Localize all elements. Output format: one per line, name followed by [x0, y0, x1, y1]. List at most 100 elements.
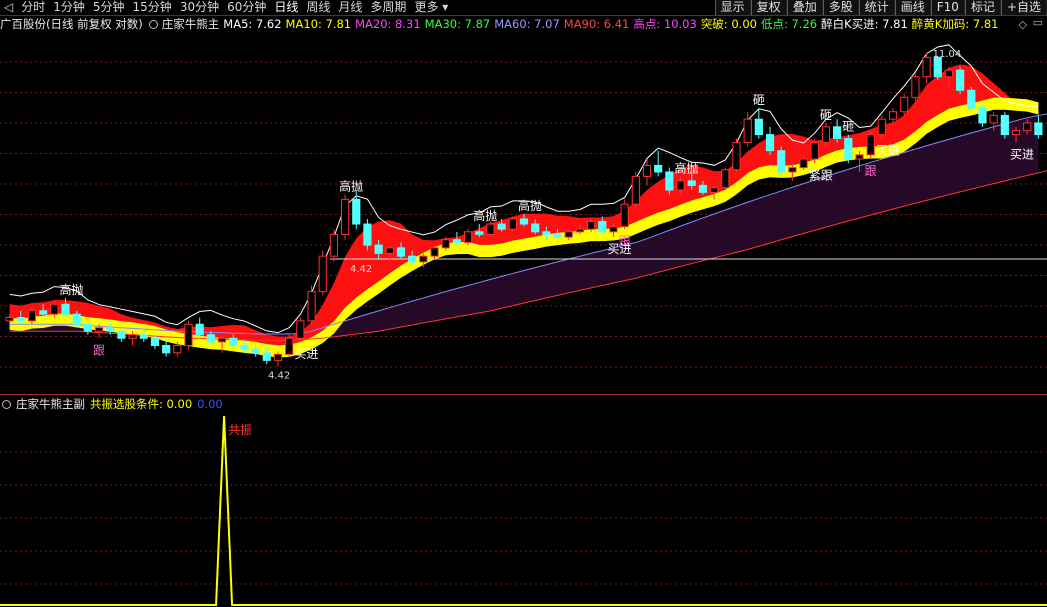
- candlestick-chart[interactable]: 11.044.424.42高抛高抛高抛高抛高抛砸砸砸跟跟跟买进买进买进 买进紧跟: [0, 32, 1047, 394]
- candle: [430, 247, 439, 257]
- period-tab-5[interactable]: 60分钟: [223, 0, 270, 15]
- signal-label: 跟: [865, 164, 877, 178]
- period-tab-4[interactable]: 30分钟: [176, 0, 223, 15]
- period-tab-3[interactable]: 15分钟: [129, 0, 176, 15]
- signal-label: 砸: [820, 108, 832, 122]
- signal-label: 买进: [1010, 148, 1034, 162]
- sub-indicator-name[interactable]: 庄家牛熊主副: [16, 396, 85, 412]
- period-tab-0[interactable]: 分时: [17, 0, 49, 15]
- candle: [866, 134, 875, 156]
- candle: [217, 337, 227, 343]
- candle: [687, 180, 696, 186]
- candle: [844, 138, 853, 160]
- candle: [285, 337, 294, 355]
- toolbar-button-3[interactable]: 多股: [822, 0, 859, 15]
- period-tab-6[interactable]: 日线: [270, 0, 302, 15]
- toolbar-button-4[interactable]: 统计: [858, 0, 895, 15]
- candle: [531, 223, 540, 233]
- candle: [374, 244, 383, 254]
- candle: [352, 198, 361, 225]
- panel-divider[interactable]: [0, 394, 1047, 395]
- main-readout-8: 低点: 7.26: [760, 17, 818, 31]
- main-readout-9: 醉白K买进: 7.81: [821, 17, 908, 31]
- candle: [620, 203, 629, 228]
- candle: [609, 226, 618, 233]
- candle: [900, 96, 909, 113]
- main-readouts: MA5: 7.62 MA10: 7.81 MA20: 8.31 MA30: 7.87 M…: [223, 16, 1002, 32]
- candle: [162, 344, 171, 354]
- candle: [788, 167, 797, 173]
- candle: [486, 223, 495, 235]
- candle: [106, 327, 115, 332]
- candle: [575, 228, 585, 233]
- toolbar-button-5[interactable]: 画线: [894, 0, 931, 15]
- period-tab-8[interactable]: 月线: [334, 0, 366, 15]
- toolbar-button-8[interactable]: +自选: [1000, 0, 1047, 15]
- candle: [273, 353, 283, 361]
- toolbar-button-7[interactable]: 标记: [964, 0, 1001, 15]
- candle: [1011, 130, 1021, 136]
- candle: [150, 337, 160, 346]
- candle: [329, 233, 338, 257]
- candle: [497, 223, 506, 230]
- period-tab-9[interactable]: 多周期: [366, 0, 410, 15]
- candle: [363, 223, 372, 246]
- candle: [184, 323, 193, 346]
- resonance-chart[interactable]: 共振: [0, 412, 1047, 607]
- candle: [1034, 122, 1043, 136]
- main-indicator-name[interactable]: 庄家牛熊主: [162, 16, 220, 32]
- candle: [598, 220, 607, 233]
- candle: [665, 171, 674, 191]
- candle: [989, 114, 998, 124]
- candle: [419, 255, 428, 263]
- candle: [318, 255, 327, 293]
- candle: [587, 220, 596, 230]
- sub-indicator-settings-icon[interactable]: [2, 399, 11, 409]
- candle: [94, 327, 104, 332]
- candle: [944, 69, 954, 78]
- candle: [251, 348, 260, 354]
- toolbar-button-6[interactable]: F10: [930, 0, 965, 15]
- maximize-icon[interactable]: ▭: [1033, 16, 1043, 29]
- resonance-line: [0, 415, 1047, 606]
- candle: [39, 310, 48, 315]
- candle: [777, 150, 786, 173]
- candle: [877, 118, 886, 136]
- back-arrow-icon[interactable]: ◁: [0, 0, 17, 15]
- toolbar-button-1[interactable]: 复权: [750, 0, 787, 15]
- signal-label: 买进: [876, 144, 900, 158]
- indicator-settings-icon[interactable]: [148, 19, 158, 29]
- candle: [698, 184, 708, 193]
- main-indicator-bar: 广百股份(日线 前复权 对数) 庄家牛熊主 MA5: 7.62 MA10: 7.8…: [0, 16, 1006, 32]
- candle: [564, 231, 573, 238]
- period-tab-7[interactable]: 周线: [302, 0, 334, 15]
- signal-label: 砸: [842, 120, 854, 134]
- candle: [16, 317, 25, 322]
- candle: [408, 255, 417, 263]
- candle: [743, 118, 752, 144]
- candle: [396, 247, 406, 257]
- candle: [262, 352, 271, 361]
- diamond-icon[interactable]: ◇: [1019, 18, 1027, 31]
- candle: [922, 56, 931, 78]
- candle: [117, 330, 126, 339]
- candle: [5, 317, 14, 322]
- toolbar-button-2[interactable]: 叠加: [786, 0, 823, 15]
- candle: [1023, 122, 1032, 132]
- main-readout-1: MA10: 7.81: [285, 17, 352, 31]
- period-tab-10[interactable]: 更多 ▾: [410, 0, 452, 15]
- toolbar-button-0[interactable]: 显示: [714, 0, 751, 15]
- candle: [83, 323, 92, 332]
- support-price-label: 4.42: [350, 264, 372, 275]
- period-tab-2[interactable]: 5分钟: [89, 0, 129, 15]
- candle: [933, 56, 942, 78]
- candle: [710, 187, 719, 193]
- sub-readouts: 共振选股条件: 0.00 0.00: [90, 396, 228, 412]
- main-readout-5: MA90: 6.41: [563, 17, 630, 31]
- candle: [128, 334, 137, 339]
- period-tab-1[interactable]: 1分钟: [49, 0, 89, 15]
- main-readout-6: 高点: 10.03: [633, 17, 697, 31]
- candle: [50, 303, 59, 315]
- main-readout-3: MA30: 7.87: [424, 17, 491, 31]
- signal-label: 买进: [294, 347, 318, 361]
